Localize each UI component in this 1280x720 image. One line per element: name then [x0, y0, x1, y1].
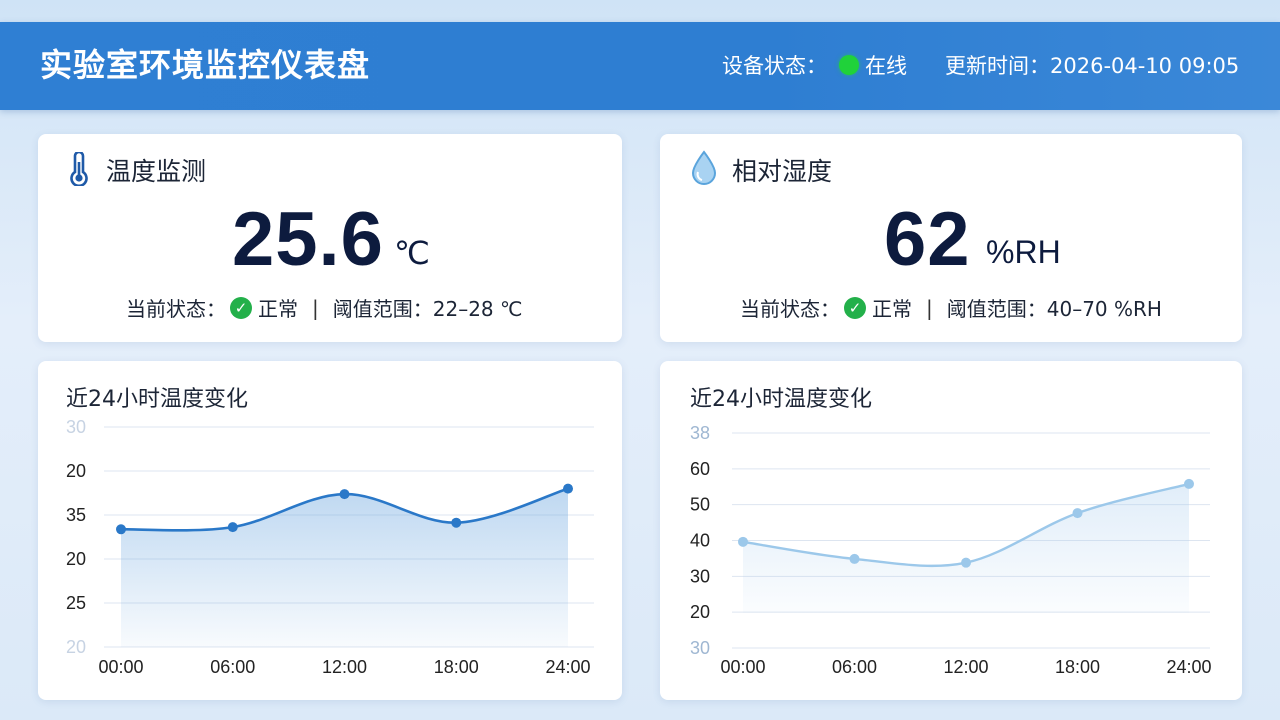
y-tick-label: 20 — [66, 549, 86, 569]
temperature-card-title: 温度监测 — [106, 157, 207, 186]
x-tick-label: 24:00 — [545, 657, 590, 677]
data-point[interactable] — [339, 489, 350, 500]
update-time: 更新时间：2026-04-10 09:05 — [945, 54, 1240, 78]
data-point[interactable] — [1072, 508, 1083, 519]
area-fill — [743, 483, 1189, 613]
y-tick-label: 30 — [690, 638, 710, 658]
temperature-card: 温度监测 25.6 ℃ 当前状态： ✓ 正常 | 阈值范围：22–28 ℃ — [38, 134, 622, 342]
humidity-card: 相对湿度 62 %RH 当前状态： ✓ 正常 | 阈值范围：40–70 %RH — [660, 134, 1242, 342]
data-point[interactable] — [961, 557, 971, 568]
x-tick-label: 06:00 — [210, 657, 255, 677]
humidity-value: 62 — [884, 197, 971, 282]
y-tick-label: 20 — [66, 637, 86, 657]
y-tick-label: 30 — [66, 417, 86, 437]
x-tick-label: 00:00 — [98, 657, 143, 677]
device-status-value: 在线 — [865, 54, 907, 78]
humidity-threshold: 阈值范围：40–70 %RH — [946, 297, 1162, 321]
temperature-unit: ℃ — [394, 235, 430, 271]
data-point[interactable] — [1184, 478, 1194, 489]
temperature-status-line: 当前状态： ✓ 正常 | 阈值范围：22–28 ℃ — [126, 293, 522, 322]
humidity-card-title: 相对湿度 — [732, 157, 833, 186]
page-title: 实验室环境监控仪表盘 — [40, 46, 371, 84]
y-tick-label: 40 — [690, 531, 710, 551]
x-tick-label: 18:00 — [434, 657, 479, 677]
data-point[interactable] — [227, 522, 238, 533]
temperature-threshold: 阈值范围：22–28 ℃ — [332, 297, 523, 321]
y-tick-label: 30 — [690, 566, 710, 586]
humidity-chart-card: 近24小时温度变化 38 60 50 40 30 20 30 00:00 06:00 12:00 1… — [660, 361, 1242, 700]
data-point[interactable] — [849, 553, 860, 564]
temperature-value: 25.6 — [232, 197, 384, 282]
online-indicator-icon — [839, 55, 859, 75]
data-point[interactable] — [563, 483, 573, 494]
x-tick-label: 00:00 — [720, 657, 765, 677]
data-point[interactable] — [738, 536, 748, 547]
x-tick-label: 12:00 — [943, 657, 988, 677]
separator: | — [926, 295, 933, 320]
temperature-status-label: 当前状态： — [126, 297, 226, 321]
data-point[interactable] — [116, 524, 126, 535]
check-circle-icon: ✓ — [844, 296, 866, 319]
device-status-label: 设备状态： — [722, 54, 827, 78]
y-tick-label: 60 — [690, 459, 710, 479]
temperature-chart-card: 近24小时温度变化 30 20 35 20 25 20 00:00 06:00 12:00 18:… — [38, 361, 622, 700]
y-tick-label: 50 — [690, 495, 710, 515]
temperature-chart: 30 20 35 20 25 20 00:00 06:00 12:00 18:00 24:00 — [66, 417, 594, 677]
humidity-chart: 38 60 50 40 30 20 30 00:00 06:00 12:00 18:00 24:00 — [690, 423, 1212, 677]
humidity-status-line: 当前状态： ✓ 正常 | 阈值范围：40–70 %RH — [740, 293, 1162, 322]
water-drop-icon — [691, 150, 717, 185]
device-status: 设备状态： 在线 — [722, 50, 907, 80]
temperature-status-value: 正常 — [258, 297, 298, 321]
separator: | — [312, 295, 319, 320]
y-tick-label: 38 — [690, 423, 710, 443]
y-tick-label: 25 — [66, 593, 86, 613]
humidity-unit: %RH — [986, 234, 1061, 270]
y-tick-label: 20 — [66, 461, 86, 481]
header-bar: 实验室环境监控仪表盘 设备状态： 在线 更新时间：2026-04-10 09:0… — [0, 22, 1280, 110]
check-circle-icon: ✓ — [230, 296, 252, 319]
data-point[interactable] — [451, 517, 462, 528]
x-tick-label: 24:00 — [1166, 657, 1211, 677]
x-tick-label: 06:00 — [832, 657, 877, 677]
thermometer-icon — [70, 152, 88, 186]
y-tick-label: 35 — [66, 505, 86, 525]
humidity-status-label: 当前状态： — [740, 297, 840, 321]
x-tick-label: 18:00 — [1055, 657, 1100, 677]
x-tick-label: 12:00 — [322, 657, 367, 677]
y-tick-label: 20 — [690, 602, 710, 622]
humidity-status-value: 正常 — [872, 297, 912, 321]
